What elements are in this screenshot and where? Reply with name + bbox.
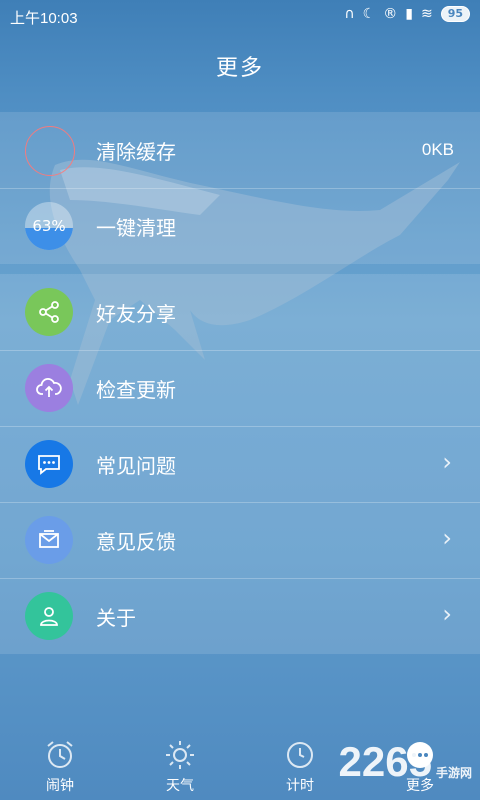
person-icon [25,592,73,640]
share-icon [25,288,73,336]
wifi-icon: ≋ [420,6,433,22]
watermark-logo: 2265 手游网 [339,738,472,786]
about-label: 关于 [96,606,136,630]
options-card: 好友分享 检查更新 常见问题 › 意见反馈 › 关于 › [0,274,480,654]
faq-row[interactable]: 常见问题 › [0,426,480,502]
cache-ring-icon [25,126,75,176]
sun-icon [166,741,194,769]
chevron-right-icon: › [442,524,452,552]
chevron-right-icon: › [442,600,452,628]
update-label: 检查更新 [96,378,176,402]
status-time: 上午10:03 [10,10,78,27]
cache-card: 清除缓存 0KB 63% 一键清理 [0,112,480,264]
chevron-right-icon: › [442,448,452,476]
page-title: 更多 [215,56,264,81]
status-icons: ∩ ☾ ® ▮ ≋ 95 [344,6,470,22]
one-key-clean-label: 一键清理 [96,216,176,240]
clear-cache-row[interactable]: 清除缓存 0KB [0,112,480,188]
mail-icon [25,516,73,564]
tab-weather-label: 天气 [166,778,194,794]
watermark-text: 手游网 [435,766,472,780]
share-row[interactable]: 好友分享 [0,274,480,350]
share-label: 好友分享 [96,302,176,326]
cloud-upload-icon [25,364,73,412]
about-row[interactable]: 关于 › [0,578,480,654]
faq-label: 常见问题 [96,454,176,478]
update-row[interactable]: 检查更新 [0,350,480,426]
battery-indicator: 95 [440,6,470,22]
headset-icon: ∩ [344,6,355,22]
status-bar: 上午10:03 ∩ ☾ ® ▮ ≋ 95 [0,0,480,32]
watermark-digits: 2265 [338,738,432,785]
registered-icon: ® [383,6,398,22]
alarm-clock-icon [47,741,73,768]
chat-bubble-icon [25,440,73,488]
clear-cache-label: 清除缓存 [96,140,176,164]
clean-progress-icon: 63% [25,202,73,250]
timer-icon [287,742,313,768]
tab-alarm-label: 闹钟 [46,778,74,794]
signal-icon: ▮ [405,6,413,22]
feedback-label: 意见反馈 [96,530,176,554]
one-key-clean-row[interactable]: 63% 一键清理 [0,188,480,264]
cache-size-value: 0KB [421,140,454,159]
clean-percent: 63% [32,217,66,235]
moon-icon: ☾ [362,6,376,22]
tab-alarm[interactable]: 闹钟 [0,728,120,800]
feedback-row[interactable]: 意见反馈 › [0,502,480,578]
tab-weather[interactable]: 天气 [120,728,240,800]
